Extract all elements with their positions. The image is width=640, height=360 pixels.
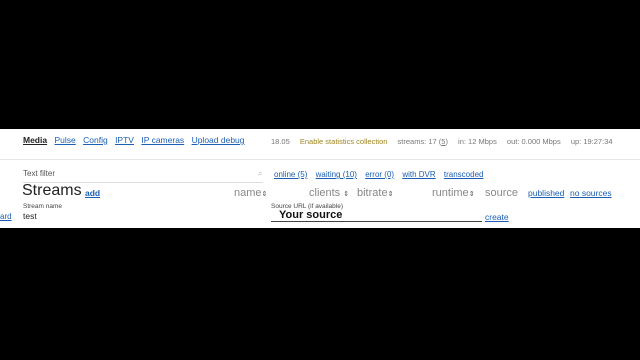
uptime: up: 19:27:34 [570,137,613,146]
column-bitrate-label: bitrate [357,187,388,199]
version-text: 18.05 [271,137,290,146]
status-bar: 18.05 Enable statistics collection strea… [271,137,621,146]
nav-ip-cameras[interactable]: IP cameras [141,135,184,145]
sort-icon: ⇕ [261,191,268,198]
status-filters: online (5) waiting (10) error (0) with D… [274,170,489,179]
enable-statistics-link[interactable]: Enable statistics collection [300,137,388,146]
create-button[interactable]: create [485,212,509,222]
bandwidth-out: out: 0.000 Mbps [506,137,561,146]
search-icon: ⌕ [258,169,263,178]
sort-icon: ⇕ [468,191,475,198]
streams-count-label: streams: 17 ( [397,137,442,146]
column-runtime-label: runtime [432,187,469,199]
sort-icon: ⇕ [343,191,350,198]
sort-icon: ⇕ [387,191,394,198]
nav-config[interactable]: Config [83,135,108,145]
column-name-label: name [234,187,262,199]
stream-name-input[interactable]: test [23,211,37,221]
stream-name-label: Stream name [23,203,63,210]
filter-with-dvr[interactable]: with DVR [402,170,435,179]
nav-media[interactable]: Media [23,135,47,145]
streams-count: streams: 17 (5) [398,137,448,146]
no-sources-link[interactable]: no sources [570,188,612,198]
bandwidth-in: in: 12 Mbps [458,137,497,146]
column-source: source [485,187,519,199]
text-filter-label: Text filter [23,169,56,178]
top-nav: Media Pulse Config IPTV IP cameras Uploa… [23,135,250,145]
column-clients-label: clients [309,187,341,199]
nav-pulse[interactable]: Pulse [54,135,75,145]
filter-error[interactable]: error (0) [365,170,394,179]
published-link[interactable]: published [528,188,564,198]
nav-iptv[interactable]: IPTV [115,135,134,145]
page-title: Streams [22,182,82,199]
column-clients[interactable]: clients ⇕ [309,187,349,199]
filter-transcoded[interactable]: transcoded [444,170,484,179]
column-bitrate[interactable]: bitrate⇕ [357,187,393,199]
add-stream-button[interactable]: add [85,188,100,198]
filter-waiting[interactable]: waiting (10) [316,170,357,179]
divider [0,159,640,160]
column-runtime[interactable]: runtime⇕ [432,187,475,199]
media-panel: Media Pulse Config IPTV IP cameras Uploa… [0,129,640,228]
source-url-input[interactable] [271,209,482,222]
streams-count-close: ) [445,137,448,146]
column-name[interactable]: name⇕ [234,187,267,199]
truncated-link[interactable]: ard [0,212,12,221]
nav-upload-debug[interactable]: Upload debug [192,135,245,145]
filter-online[interactable]: online (5) [274,170,307,179]
